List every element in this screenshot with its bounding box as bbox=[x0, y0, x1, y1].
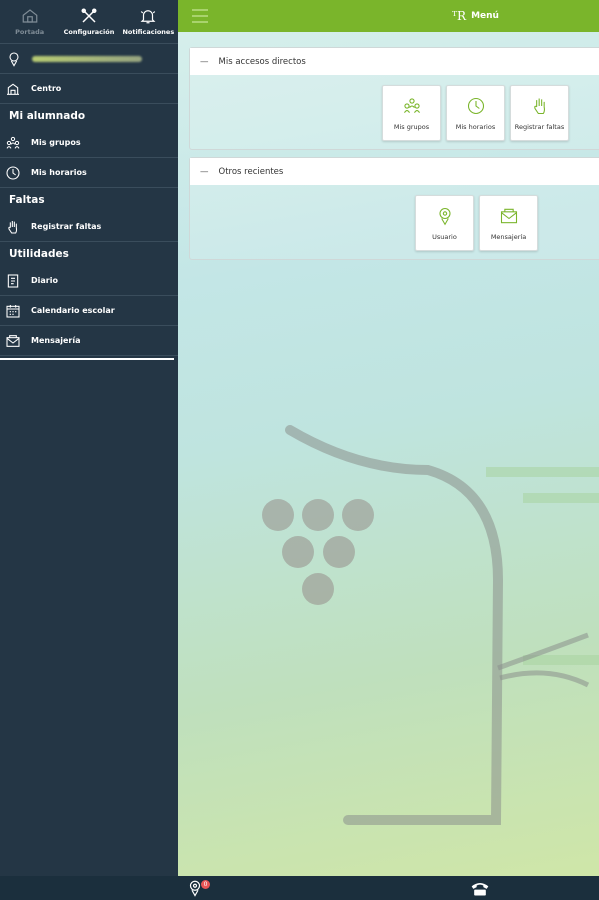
sidebar-item-label: Mis grupos bbox=[31, 138, 81, 147]
tile-label: Usuario bbox=[432, 232, 457, 241]
tile-label: Mis horarios bbox=[455, 122, 496, 131]
app-header: ᵀR Menú bbox=[178, 0, 599, 32]
tab-notificaciones-label: Notificaciones bbox=[122, 28, 175, 36]
sidebar-item-label: Registrar faltas bbox=[31, 222, 102, 231]
sidebar-item-label: Mis horarios bbox=[31, 168, 87, 177]
panel-header[interactable]: — Mis accesos directos bbox=[190, 48, 599, 75]
building-icon bbox=[7, 83, 19, 95]
sidebar-item-mensajeria[interactable]: Mensajería bbox=[0, 326, 178, 356]
diary-icon bbox=[7, 273, 19, 288]
sidebar-item-label: Centro bbox=[31, 84, 62, 93]
calendar-icon bbox=[6, 304, 20, 318]
recent-mensajeria[interactable]: Mensajería bbox=[479, 195, 538, 251]
tile-label: Mis grupos bbox=[393, 122, 430, 131]
group-icon bbox=[6, 136, 20, 149]
sidebar-item-label: Diario bbox=[31, 276, 58, 285]
sidebar-item-label: Calendario escolar bbox=[31, 306, 115, 315]
sidebar-item-mis-grupos[interactable]: Mis grupos bbox=[0, 128, 178, 158]
sidebar-item-centro[interactable]: Centro bbox=[0, 74, 178, 104]
sidebar-item-diario[interactable]: Diario bbox=[0, 266, 178, 296]
panel-title: Mis accesos directos bbox=[218, 56, 306, 67]
section-utilidades: Utilidades bbox=[9, 248, 69, 260]
tab-configuracion-label: Configuración bbox=[63, 28, 115, 36]
home-icon bbox=[22, 9, 38, 23]
collapse-icon[interactable]: — bbox=[200, 167, 209, 177]
user-icon bbox=[9, 51, 19, 67]
sidebar-item-mis-horarios[interactable]: Mis horarios bbox=[0, 158, 178, 188]
bottom-bar: 0 bbox=[0, 876, 599, 900]
shortcut-mis-horarios[interactable]: Mis horarios bbox=[446, 85, 505, 141]
clock-icon bbox=[6, 165, 20, 180]
top-navigation: Portada Configuración Notificaciones bbox=[0, 0, 178, 44]
tab-portada-label: Portada bbox=[15, 28, 45, 36]
shortcut-registrar-faltas[interactable]: Registrar faltas bbox=[510, 85, 569, 141]
tab-notificaciones[interactable]: Notificaciones bbox=[119, 0, 178, 43]
app-logo: ᵀR bbox=[452, 9, 467, 23]
panel-otros-recientes: — Otros recientes Usuario Mensajería bbox=[189, 157, 599, 260]
panel-header[interactable]: — Otros recientes bbox=[190, 158, 599, 185]
raised-hand-icon bbox=[533, 98, 545, 114]
clock-icon bbox=[467, 97, 484, 114]
tile-label: Registrar faltas bbox=[514, 122, 565, 131]
raised-hand-icon bbox=[8, 220, 18, 234]
mail-icon bbox=[6, 334, 20, 347]
tab-portada[interactable]: Portada bbox=[0, 0, 59, 43]
tools-icon bbox=[81, 8, 97, 23]
sidebar-divider bbox=[0, 358, 174, 360]
user-icon bbox=[438, 207, 451, 225]
tile-label: Mensajería bbox=[490, 232, 527, 241]
shortcut-mis-grupos[interactable]: Mis grupos bbox=[382, 85, 441, 141]
bell-icon bbox=[140, 10, 156, 24]
sidebar: Portada Configuración Notificaciones Cen… bbox=[0, 0, 178, 876]
header-title: ᵀR Menú bbox=[452, 9, 499, 23]
hamburger-menu-icon[interactable] bbox=[192, 9, 208, 27]
tab-configuracion[interactable]: Configuración bbox=[59, 0, 118, 43]
panel-title: Otros recientes bbox=[218, 166, 284, 177]
section-mi-alumnado: Mi alumnado bbox=[9, 110, 86, 122]
sidebar-item-registrar-faltas[interactable]: Registrar faltas bbox=[0, 212, 178, 242]
main-content: ᵀR Menú — Mis accesos directos Mis grupo… bbox=[178, 0, 599, 876]
user-name-redacted bbox=[32, 55, 142, 62]
collapse-icon[interactable]: — bbox=[200, 57, 209, 67]
recent-usuario[interactable]: Usuario bbox=[415, 195, 474, 251]
sidebar-item-label: Mensajería bbox=[31, 336, 81, 345]
section-faltas: Faltas bbox=[9, 194, 45, 206]
user-row[interactable] bbox=[0, 44, 178, 74]
panel-mis-accesos-directos: — Mis accesos directos Mis grupos Mis ho… bbox=[189, 47, 599, 150]
mail-icon bbox=[500, 208, 517, 223]
page-title: Menú bbox=[471, 11, 499, 21]
notification-badge: 0 bbox=[201, 880, 210, 889]
phone-support-icon[interactable] bbox=[470, 879, 490, 897]
group-icon bbox=[403, 97, 420, 113]
sidebar-item-calendario-escolar[interactable]: Calendario escolar bbox=[0, 296, 178, 326]
